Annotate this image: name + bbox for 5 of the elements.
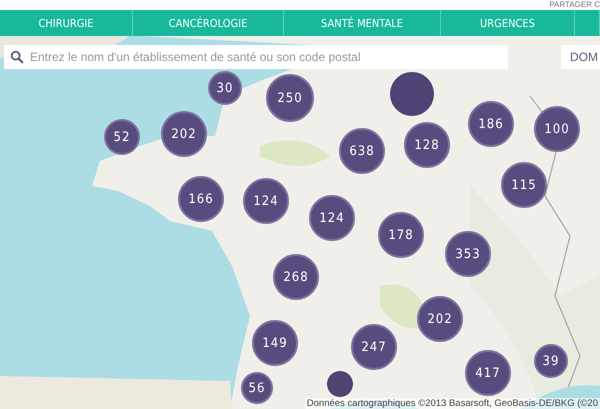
dom-button[interactable]: DOM	[561, 45, 600, 69]
search-field[interactable]: Entrez le nom d'un établissement de santé ou son code postal	[4, 45, 508, 69]
search-icon	[10, 50, 24, 64]
map-attribution: Données cartographiques ©2013 Basarsoft, GeoBasis-DE/BKG (©20	[304, 398, 600, 409]
share-link[interactable]: PARTAGER C	[549, 0, 600, 10]
